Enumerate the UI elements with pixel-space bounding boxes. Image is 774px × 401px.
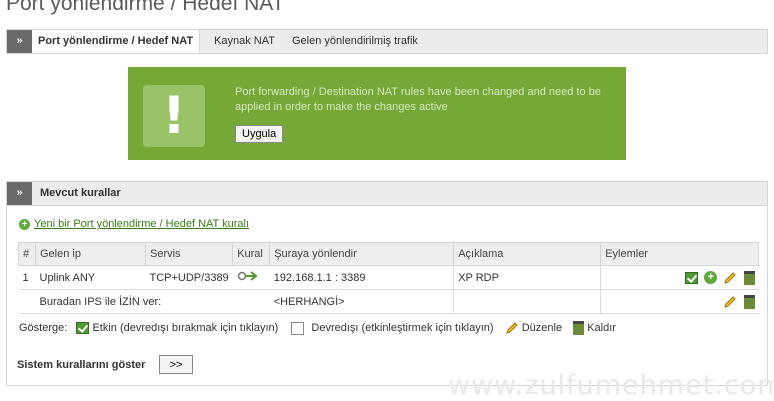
- edit-pencil-icon[interactable]: [723, 295, 737, 309]
- row-description: XP RDP: [453, 265, 602, 290]
- row-forward-to: <HERHANGİ>: [269, 289, 455, 314]
- legend-remove-icon: [573, 321, 585, 335]
- row-policy: [232, 265, 270, 290]
- tab-bar: » Port yönlendirme / Hedef NAT Kaynak NA…: [6, 29, 768, 54]
- rules-table: # Gelen ip Servis Kural Şuraya yönlendir…: [18, 242, 759, 314]
- add-circle-icon: +: [19, 218, 30, 230]
- watermark: www.zulfumehmet.com: [448, 370, 774, 401]
- remove-trash-icon[interactable]: [743, 294, 755, 309]
- system-rules-label: Sistem kurallarını göster: [17, 359, 146, 371]
- add-rule-link[interactable]: + Yeni bir Port yönlendirme / Hedef NAT k…: [19, 218, 249, 230]
- row-description: [453, 289, 602, 314]
- row-number: [18, 289, 36, 314]
- row-ips-allow: Buradan IPS ile İZİN ver:: [35, 289, 270, 314]
- row-actions: +: [600, 265, 759, 290]
- tab-port-forwarding[interactable]: Port yönlendirme / Hedef NAT: [32, 30, 201, 53]
- row-forward-to: 192.168.1.1 : 3389: [269, 265, 455, 290]
- show-system-rules-button[interactable]: >>: [159, 355, 193, 374]
- legend-enabled-icon: [76, 322, 90, 334]
- table-header-row: # Gelen ip Servis Kural Şuraya yönlendir…: [18, 242, 759, 266]
- exclamation-icon: !: [143, 85, 205, 147]
- apply-button[interactable]: Uygula: [235, 125, 284, 143]
- legend: Gösterge: Etkin (devredışı bırakmak için…: [19, 321, 616, 335]
- add-below-icon[interactable]: +: [704, 271, 718, 284]
- row-number: 1: [18, 265, 36, 290]
- changes-notice: ! Port forwarding / Destination NAT rule…: [128, 67, 626, 160]
- notice-message: Port forwarding / Destination NAT rules …: [235, 86, 601, 113]
- page-title: Port yönlendirme / Hedef NAT: [6, 0, 285, 15]
- panel-header: » Mevcut kurallar: [7, 182, 767, 206]
- edit-pencil-icon[interactable]: [723, 271, 737, 285]
- table-row: Buradan IPS ile İZİN ver: <HERHANGİ>: [18, 289, 759, 314]
- col-actions: Eylemler: [600, 242, 759, 266]
- col-number: #: [18, 242, 36, 266]
- remove-trash-icon[interactable]: [743, 270, 755, 285]
- forward-arrow-icon: [237, 271, 258, 281]
- col-policy: Kural: [232, 242, 271, 266]
- col-service: Servis: [144, 242, 234, 266]
- enabled-checkbox-icon[interactable]: [685, 271, 699, 284]
- legend-edit-icon: [505, 322, 518, 334]
- col-forward-to: Şuraya yönlendir: [269, 242, 455, 266]
- tab-incoming-traffic[interactable]: Gelen yönlendirilmiş trafik: [292, 30, 418, 53]
- legend-label: Gösterge:: [19, 322, 68, 334]
- row-service: TCP+UDP/3389: [145, 265, 233, 290]
- legend-enabled-text: Etkin (devredışı bırakmak için tıklayın): [92, 322, 279, 334]
- row-actions: [600, 289, 759, 314]
- tab-arrow-icon: »: [7, 30, 32, 53]
- add-rule-link-text[interactable]: Yeni bir Port yönlendirme / Hedef NAT ku…: [34, 218, 249, 230]
- col-incoming-ip: Gelen ip: [35, 242, 146, 266]
- legend-disabled-text: Devredışı (etkinleştirmek için tıklayın): [311, 322, 494, 334]
- panel-title: Mevcut kurallar: [40, 187, 121, 199]
- table-row: 1 Uplink ANY TCP+UDP/3389 192.168.1.1 : …: [18, 265, 759, 290]
- rules-panel: » Mevcut kurallar + Yeni bir Port yönlend…: [6, 181, 768, 386]
- col-description: Açıklama: [453, 242, 602, 266]
- legend-remove-text: Kaldır: [587, 322, 616, 334]
- row-incoming-ip: Uplink ANY: [35, 265, 146, 290]
- tab-source-nat[interactable]: Kaynak NAT: [214, 30, 275, 53]
- legend-edit-text: Düzenle: [521, 322, 563, 334]
- panel-arrow-icon[interactable]: »: [7, 182, 32, 205]
- legend-disabled-checkbox-icon: [291, 321, 305, 335]
